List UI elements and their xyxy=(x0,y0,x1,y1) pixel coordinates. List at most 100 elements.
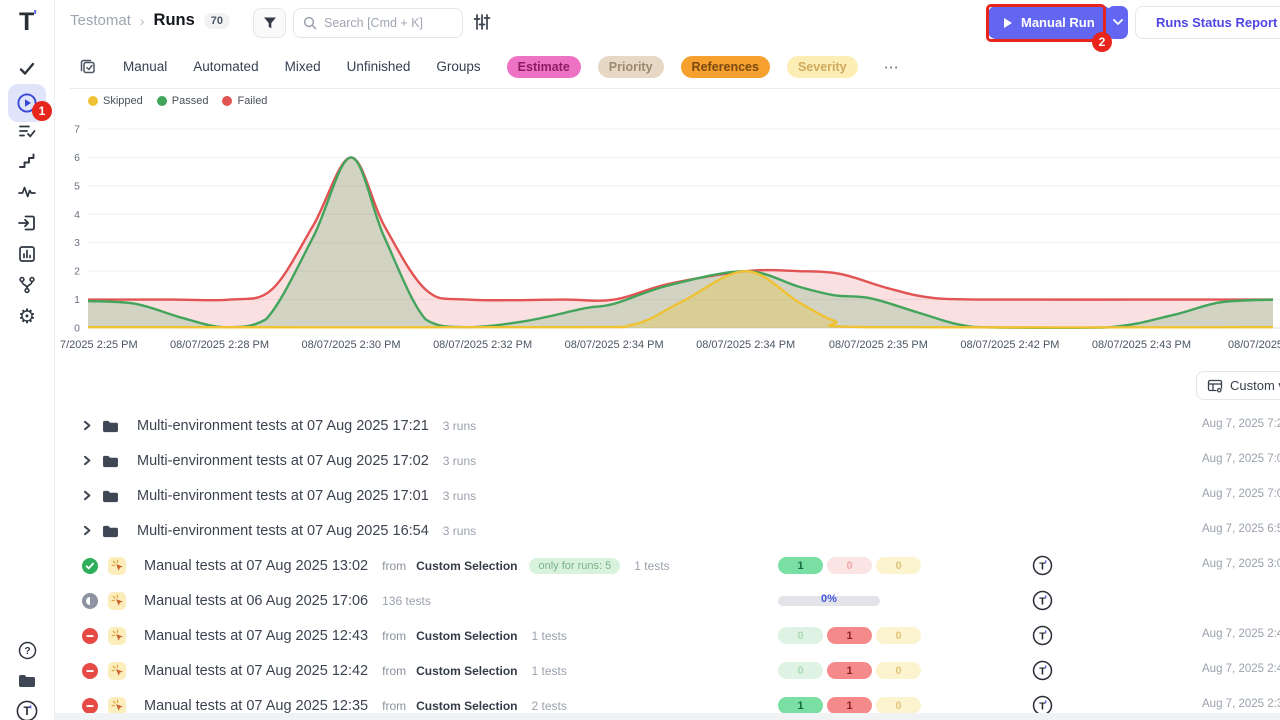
manual-test-icon xyxy=(108,662,126,680)
app-logo[interactable]: T' xyxy=(0,8,55,37)
search-box[interactable] xyxy=(293,8,463,38)
run-date: Aug 7, 2025 3:02 P xyxy=(1202,558,1280,570)
run-group-title[interactable]: Multi-environment tests at 07 Aug 2025 1… xyxy=(137,453,429,469)
sidebar-item-reports[interactable] xyxy=(8,237,46,271)
box-arrow-icon xyxy=(17,213,37,233)
tests-count-meta: 2 tests xyxy=(531,699,566,713)
run-group-row[interactable]: Multi-environment tests at 07 Aug 2025 1… xyxy=(55,443,1280,478)
row-main: Multi-environment tests at 07 Aug 2025 1… xyxy=(82,408,476,443)
svg-text:T: T xyxy=(23,706,30,718)
legend-label: Failed xyxy=(237,95,267,107)
svg-text:08/07/2025 2:42 PM: 08/07/2025 2:42 PM xyxy=(960,339,1059,351)
custom-view-label: Custom view xyxy=(1230,378,1280,393)
tests-count-meta: 1 tests xyxy=(531,664,566,678)
run-group-row[interactable]: Multi-environment tests at 07 Aug 2025 1… xyxy=(55,513,1280,548)
avatar[interactable]: T xyxy=(1032,590,1053,616)
run-date: Aug 7, 2025 7:02 P xyxy=(1202,453,1280,465)
run-title[interactable]: Manual tests at 07 Aug 2025 12:43 xyxy=(144,628,368,644)
run-date: Aug 7, 2025 2:42 P xyxy=(1202,663,1280,675)
tabs-badges: Estimate Priority References Severity xyxy=(507,56,858,78)
adjustments-icon[interactable] xyxy=(473,13,491,36)
assignee-avatar[interactable]: T xyxy=(1032,660,1053,681)
legend-item-skipped[interactable]: Skipped xyxy=(88,95,143,107)
svg-text:7/2025 2:25 PM: 7/2025 2:25 PM xyxy=(60,339,138,351)
run-group-row[interactable]: Multi-environment tests at 07 Aug 2025 1… xyxy=(55,408,1280,443)
tab-unfinished[interactable]: Unfinished xyxy=(347,59,411,74)
run-source: Custom Selection xyxy=(416,699,517,713)
sidebar-item-import[interactable] xyxy=(8,206,46,240)
legend-item-passed[interactable]: Passed xyxy=(157,95,209,107)
svg-text:08/07/2025 3: 08/07/2025 3 xyxy=(1228,339,1280,351)
status-failed-icon xyxy=(82,663,98,679)
run-row[interactable]: Manual tests at 07 Aug 2025 12:42fromCus… xyxy=(55,653,1280,688)
assignee-avatar[interactable]: T xyxy=(1032,625,1053,646)
sidebar-item-branches[interactable] xyxy=(8,268,46,302)
assignee-avatar[interactable]: T xyxy=(1032,590,1053,611)
filter-chip-estimate[interactable]: Estimate xyxy=(507,56,581,78)
run-group-title[interactable]: Multi-environment tests at 07 Aug 2025 1… xyxy=(137,488,429,504)
result-pill: 0 xyxy=(876,627,921,644)
svg-text:0: 0 xyxy=(74,323,80,335)
run-group-title[interactable]: Multi-environment tests at 07 Aug 2025 1… xyxy=(137,523,429,539)
sidebar-item-settings[interactable]: ⚙ xyxy=(8,300,46,334)
run-title[interactable]: Manual tests at 07 Aug 2025 12:35 xyxy=(144,698,368,714)
run-date: Aug 7, 2025 2:35 P xyxy=(1202,698,1280,710)
filter-button[interactable] xyxy=(253,8,286,38)
sidebar-item-help[interactable]: ? xyxy=(8,633,46,667)
runs-status-report-button[interactable]: Runs Status Report xyxy=(1135,6,1280,39)
manual-run-button[interactable]: Manual Run xyxy=(988,6,1111,39)
sidebar-item-account[interactable]: T xyxy=(8,694,46,720)
filter-chip-severity[interactable]: Severity xyxy=(787,56,858,78)
breadcrumb-project[interactable]: Testomat xyxy=(70,12,131,29)
pulse-icon xyxy=(17,182,37,202)
only-for-runs-badge: only for runs: 5 xyxy=(529,558,620,574)
run-row[interactable]: Manual tests at 07 Aug 2025 12:43fromCus… xyxy=(55,618,1280,653)
sidebar-item-projects[interactable] xyxy=(8,663,46,697)
avatar[interactable]: T xyxy=(1032,555,1053,581)
manual-run-dropdown-button[interactable] xyxy=(1107,6,1128,39)
chevron-right-icon[interactable] xyxy=(82,525,92,536)
avatar[interactable]: T xyxy=(1032,660,1053,686)
tab-groups[interactable]: Groups xyxy=(436,59,480,74)
help-icon: ? xyxy=(18,641,37,660)
run-title[interactable]: Manual tests at 07 Aug 2025 13:02 xyxy=(144,558,368,574)
run-row[interactable]: Manual tests at 06 Aug 2025 17:06136 tes… xyxy=(55,583,1280,618)
sidebar-item-tests[interactable] xyxy=(8,52,46,86)
sidebar-item-steps[interactable] xyxy=(8,144,46,178)
svg-text:08/07/2025 2:35 PM: 08/07/2025 2:35 PM xyxy=(829,339,928,351)
run-row[interactable]: Manual tests at 07 Aug 2025 13:02fromCus… xyxy=(55,548,1280,583)
search-input[interactable] xyxy=(324,16,444,30)
tab-automated[interactable]: Automated xyxy=(193,59,258,74)
legend-dot xyxy=(157,96,167,106)
tab-mixed[interactable]: Mixed xyxy=(285,59,321,74)
run-title[interactable]: Manual tests at 06 Aug 2025 17:06 xyxy=(144,593,368,609)
more-tabs-button[interactable]: ⋯ xyxy=(884,58,901,76)
custom-view-button[interactable]: Custom view xyxy=(1196,371,1280,400)
run-title[interactable]: Manual tests at 07 Aug 2025 12:42 xyxy=(144,663,368,679)
run-group-title[interactable]: Multi-environment tests at 07 Aug 2025 1… xyxy=(137,418,429,434)
row-main: Manual tests at 07 Aug 2025 13:02fromCus… xyxy=(82,548,670,583)
select-all-icon[interactable] xyxy=(78,57,97,76)
manual-test-icon xyxy=(108,592,126,610)
chevron-right-icon[interactable] xyxy=(82,490,92,501)
legend-item-failed[interactable]: Failed xyxy=(222,95,267,107)
svg-text:08/07/2025 2:32 PM: 08/07/2025 2:32 PM xyxy=(433,339,532,351)
run-date: Aug 7, 2025 6:54 P xyxy=(1202,523,1280,535)
run-count-meta: 3 runs xyxy=(443,524,476,538)
assignee-avatar[interactable]: T xyxy=(1032,555,1053,576)
chevron-right-icon[interactable] xyxy=(82,455,92,466)
run-group-row[interactable]: Multi-environment tests at 07 Aug 2025 1… xyxy=(55,478,1280,513)
row-main: Manual tests at 07 Aug 2025 12:43fromCus… xyxy=(82,618,567,653)
folder-icon xyxy=(102,454,119,468)
avatar[interactable]: T xyxy=(1032,625,1053,651)
chevron-right-icon[interactable] xyxy=(82,420,92,431)
tab-manual[interactable]: Manual xyxy=(123,59,167,74)
filter-chip-priority[interactable]: Priority xyxy=(598,56,664,78)
sidebar-item-pulse[interactable] xyxy=(8,175,46,209)
testomat-logo-icon: T xyxy=(16,700,38,720)
runs-count-badge: 70 xyxy=(204,13,230,29)
status-in-progress-icon xyxy=(82,593,98,609)
svg-text:5: 5 xyxy=(74,180,80,192)
filter-chip-references[interactable]: References xyxy=(681,56,770,78)
run-date: Aug 7, 2025 7:21 P xyxy=(1202,418,1280,430)
